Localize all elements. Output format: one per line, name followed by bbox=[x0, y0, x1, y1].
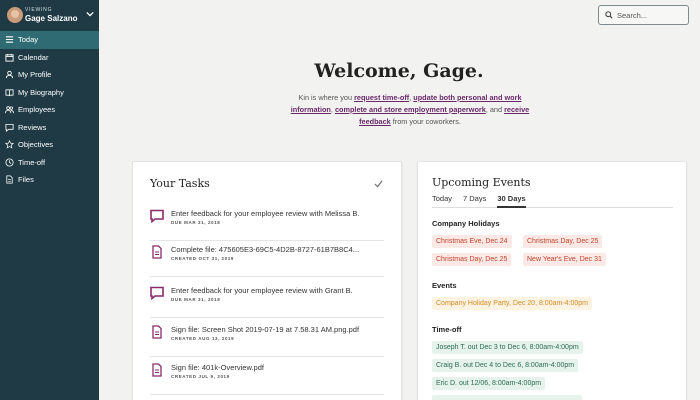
task-title: Sign file: Screen Shot 2019-07-19 at 7.5… bbox=[171, 325, 360, 334]
intro-text-part: Kin is where you bbox=[298, 93, 355, 102]
task-item[interactable]: Sign file: Screen Shot 2019-07-19 at 7.5… bbox=[150, 322, 384, 357]
task-date: DUE MAR 31, 2018 bbox=[171, 297, 221, 302]
sidebar-item-label: Objectives bbox=[18, 140, 54, 150]
holiday-pill[interactable]: Christmas Eve, Dec 24 bbox=[432, 235, 512, 248]
request-time-off-link[interactable]: request time-off bbox=[354, 93, 409, 102]
holidays-title: Company Holidays bbox=[432, 219, 500, 228]
sidebar-item-label: Reviews bbox=[18, 122, 47, 132]
search-input[interactable] bbox=[617, 10, 677, 20]
holiday-pill[interactable]: Christmas Day, Dec 25 bbox=[523, 235, 603, 248]
time-off-pill[interactable]: Craig B. out Dec 4 to Dec 6, 8:00am-4:00… bbox=[432, 359, 579, 372]
tab-today[interactable]: Today bbox=[432, 194, 452, 208]
feedback-icon bbox=[150, 286, 164, 300]
chevron-down-icon[interactable] bbox=[86, 10, 94, 18]
sidebar-item-label: Today bbox=[18, 35, 39, 45]
checkmark-icon[interactable] bbox=[374, 179, 383, 188]
viewing-label: VIEWING bbox=[25, 7, 53, 13]
time-off-title: Time-off bbox=[432, 325, 462, 334]
list-icon bbox=[4, 35, 14, 45]
avatar bbox=[7, 7, 23, 23]
tasks-card: Your Tasks Enter feedback for your emplo… bbox=[132, 161, 402, 400]
intro-text: Kin is where you request time-off, updat… bbox=[278, 92, 542, 128]
sidebar: VIEWING Gage Salzano Today Calendar My P… bbox=[0, 0, 99, 400]
tasks-title: Your Tasks bbox=[150, 177, 210, 190]
sidebar-item-objectives[interactable]: Objectives bbox=[0, 136, 99, 154]
sidebar-item-calendar[interactable]: Calendar bbox=[0, 49, 99, 67]
task-title: Sign file: 401k-Overview.pdf bbox=[171, 363, 264, 372]
task-date: CREATED JUL 9, 2019 bbox=[171, 374, 230, 379]
holiday-pill[interactable]: Christmas Day, Dec 25 bbox=[432, 253, 512, 266]
star-icon bbox=[4, 140, 14, 150]
sidebar-item-my-profile[interactable]: My Profile bbox=[0, 66, 99, 84]
user-switcher[interactable]: VIEWING Gage Salzano bbox=[0, 0, 99, 31]
task-item[interactable]: Enter feedback for your employee review … bbox=[150, 206, 384, 241]
sidebar-item-label: My Biography bbox=[18, 87, 64, 97]
task-title: Enter feedback for your employee review … bbox=[171, 286, 353, 295]
page-title: Welcome, Gage. bbox=[314, 60, 484, 82]
task-item[interactable]: Sign file: 401k-Overview.pdf CREATED JUL… bbox=[150, 360, 384, 395]
user-name: Gage Salzano bbox=[25, 14, 78, 23]
sidebar-item-employees[interactable]: Employees bbox=[0, 101, 99, 119]
events-section-title: Events bbox=[432, 281, 457, 290]
sidebar-item-label: Employees bbox=[18, 105, 56, 115]
sidebar-nav: Today Calendar My Profile My Biography E… bbox=[0, 31, 99, 189]
task-date: DUE MAR 31, 2018 bbox=[171, 220, 221, 225]
file-icon bbox=[4, 175, 14, 185]
task-title: Complete file: 475605E3-69C5-4D2B-8727-6… bbox=[171, 245, 360, 254]
paperwork-link[interactable]: complete and store employment paperwork bbox=[335, 105, 486, 114]
task-date: CREATED AUG 13, 2019 bbox=[171, 336, 235, 341]
document-icon bbox=[152, 363, 162, 377]
task-title: Enter feedback for your employee review … bbox=[171, 209, 360, 218]
feedback-icon bbox=[150, 209, 164, 223]
intro-text-part: , and bbox=[485, 105, 505, 114]
sidebar-item-time-off[interactable]: Time-off bbox=[0, 154, 99, 172]
welcome-header: Welcome, Gage. bbox=[99, 60, 699, 82]
person-icon bbox=[4, 70, 14, 80]
events-tabs: Today 7 Days 30 Days bbox=[432, 194, 673, 208]
tab-30-days[interactable]: 30 Days bbox=[497, 194, 526, 208]
search-box[interactable] bbox=[598, 5, 689, 25]
time-off-pill[interactable]: Joseph T. out Dec 3 to Dec 6, 8:00am-4:0… bbox=[432, 341, 583, 354]
sidebar-item-reviews[interactable]: Reviews bbox=[0, 119, 99, 137]
sidebar-item-today[interactable]: Today bbox=[0, 31, 99, 49]
document-icon bbox=[152, 245, 162, 259]
time-off-pill-partial[interactable] bbox=[432, 395, 582, 400]
task-item[interactable]: Enter feedback for your employee review … bbox=[150, 283, 384, 318]
event-pill[interactable]: Company Holiday Party, Dec 20, 8:00am-4:… bbox=[432, 297, 592, 310]
sidebar-item-label: Time-off bbox=[18, 157, 46, 167]
people-icon bbox=[4, 105, 14, 115]
book-icon bbox=[4, 87, 14, 97]
sidebar-item-my-biography[interactable]: My Biography bbox=[0, 84, 99, 102]
events-title: Upcoming Events bbox=[432, 176, 531, 189]
clock-icon bbox=[4, 157, 14, 167]
events-card: Upcoming Events Today 7 Days 30 Days Com… bbox=[417, 161, 687, 400]
document-icon bbox=[152, 325, 162, 339]
task-item[interactable]: Complete file: 475605E3-69C5-4D2B-8727-6… bbox=[150, 242, 384, 277]
search-icon bbox=[605, 11, 613, 19]
calendar-icon bbox=[4, 52, 14, 62]
holiday-pill[interactable]: New Year's Eve, Dec 31 bbox=[523, 253, 606, 266]
tab-7-days[interactable]: 7 Days bbox=[463, 194, 486, 208]
sidebar-item-label: Files bbox=[18, 175, 34, 185]
intro-text-part: from your coworkers. bbox=[390, 117, 461, 126]
sidebar-item-label: My Profile bbox=[18, 70, 52, 80]
sidebar-item-files[interactable]: Files bbox=[0, 171, 99, 189]
task-date: CREATED OCT 31, 2019 bbox=[171, 256, 234, 261]
chat-icon bbox=[4, 122, 14, 132]
time-off-pill[interactable]: Eric D. out 12/06, 8:00am-4:00pm bbox=[432, 377, 546, 390]
sidebar-item-label: Calendar bbox=[18, 52, 49, 62]
